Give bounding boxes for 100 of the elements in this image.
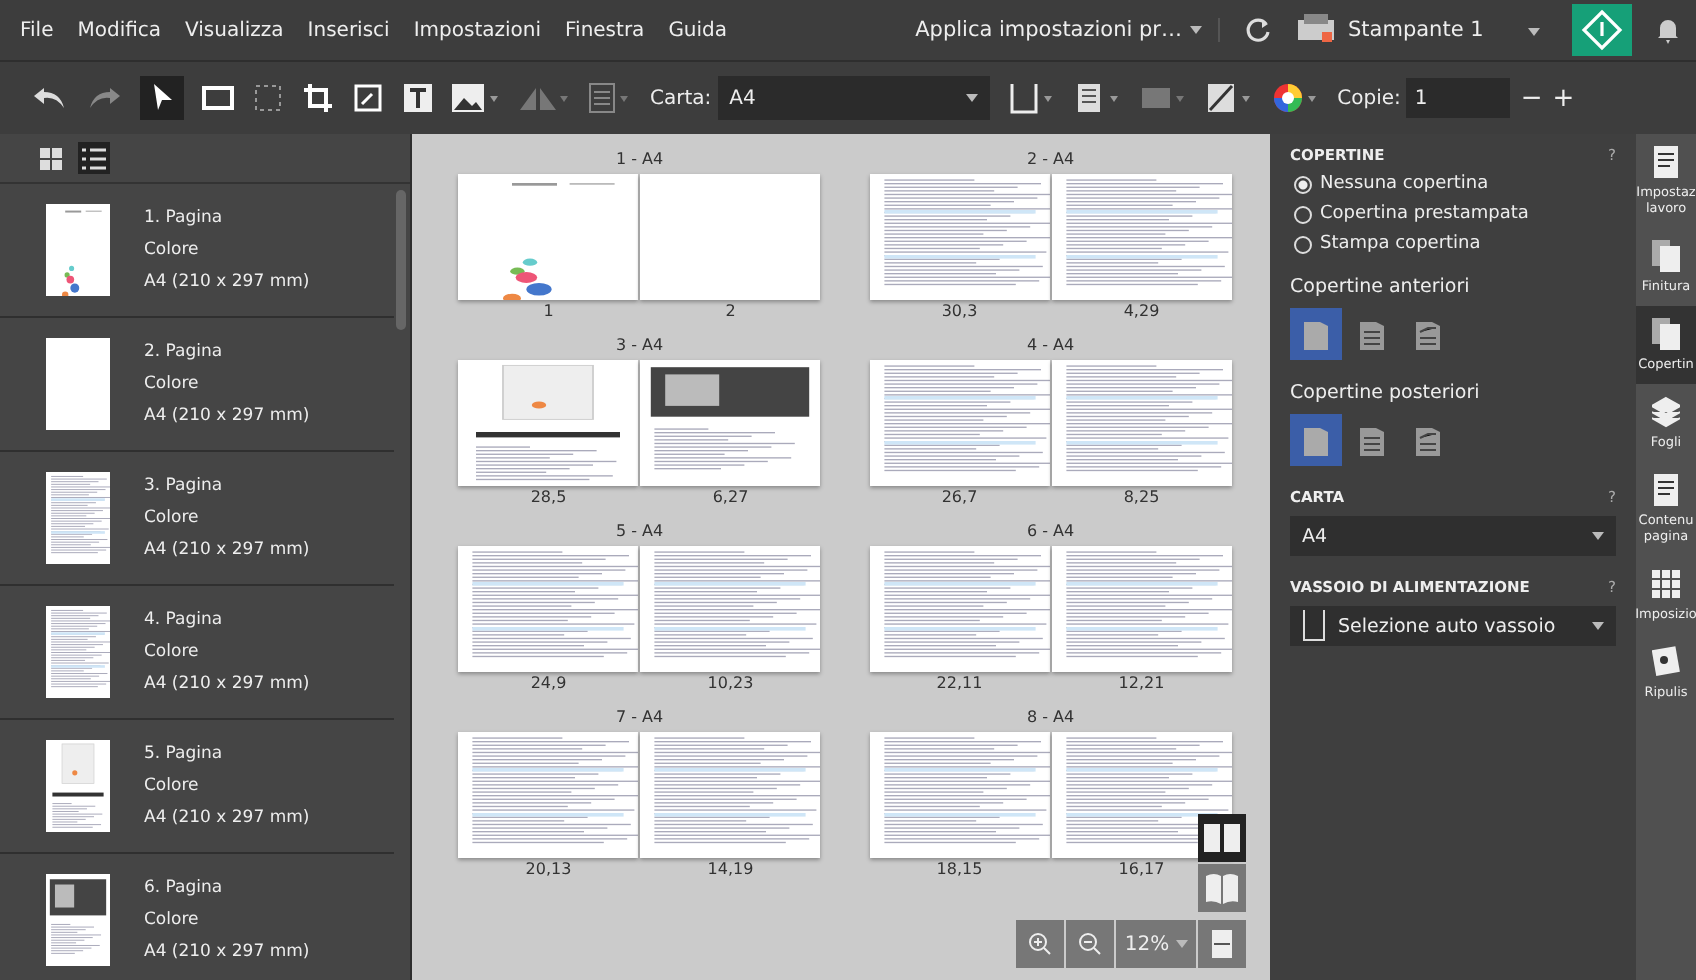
- page-color-mode: Colore: [144, 642, 201, 662]
- page-list-item[interactable]: 6. Pagina Colore A4 (210 x 297 mm): [0, 854, 394, 980]
- page-thumbnail[interactable]: [458, 732, 639, 858]
- decrease-button[interactable]: −: [1520, 83, 1543, 113]
- bell-icon[interactable]: [1656, 16, 1680, 44]
- page-size: A4 (210 x 297 mm): [144, 540, 310, 560]
- page-thumbnail[interactable]: [869, 174, 1050, 300]
- flip-icon[interactable]: [518, 84, 570, 112]
- text-tool-icon[interactable]: [402, 82, 434, 114]
- page-thumbnail[interactable]: [458, 360, 639, 486]
- print-button[interactable]: [1572, 4, 1632, 56]
- page-size: A4 (210 x 297 mm): [144, 942, 310, 962]
- crop-icon[interactable]: [302, 82, 334, 114]
- rectangle-icon[interactable]: [202, 86, 234, 110]
- page-thumbnail[interactable]: [869, 732, 1050, 858]
- grid-icon: [1652, 568, 1680, 600]
- fit-width-icon[interactable]: [1198, 920, 1246, 968]
- tray-icon[interactable]: [1007, 82, 1056, 114]
- page-number: 30,3: [941, 302, 978, 320]
- color-wheel-icon[interactable]: [1271, 82, 1320, 114]
- image-icon[interactable]: [452, 84, 500, 112]
- cover-radio-option[interactable]: Stampa copertina: [1290, 234, 1616, 254]
- pages-icon: [1652, 240, 1680, 272]
- spread-view-button[interactable]: [1198, 814, 1246, 862]
- page-thumbnail[interactable]: [869, 360, 1050, 486]
- increase-button[interactable]: +: [1552, 83, 1575, 113]
- page-thumbnail[interactable]: [1051, 732, 1232, 858]
- radio-icon[interactable]: [1294, 235, 1312, 253]
- caret-icon: [1190, 26, 1202, 34]
- paper-dropdown[interactable]: A4: [717, 76, 990, 120]
- menu-item[interactable]: Finestra: [565, 19, 645, 41]
- page-list-item[interactable]: 2. Pagina Colore A4 (210 x 297 mm): [0, 318, 394, 452]
- redo-icon[interactable]: [86, 86, 122, 110]
- caret-icon: [1528, 27, 1540, 35]
- page-title: 4. Pagina: [144, 610, 225, 630]
- book-view-button[interactable]: [1198, 864, 1246, 912]
- page-number: 8,25: [1123, 488, 1160, 506]
- printer-dropdown[interactable]: Stampante 1: [1296, 14, 1540, 46]
- menu-item[interactable]: Guida: [668, 19, 728, 41]
- page-thumbnail: [46, 472, 110, 564]
- page-thumbnail[interactable]: [1051, 360, 1232, 486]
- spread-title: 5 - A4: [615, 522, 664, 540]
- page-icon: [1416, 318, 1440, 350]
- page-list-item[interactable]: 5. Pagina Colore A4 (210 x 297 mm): [0, 720, 394, 854]
- scrollbar[interactable]: [396, 190, 406, 330]
- menu-item[interactable]: File: [20, 19, 54, 41]
- zoom-in-icon[interactable]: [1016, 920, 1064, 968]
- cover-style-button[interactable]: [1290, 308, 1342, 360]
- apply-settings-dropdown[interactable]: Applica impostazioni pr…: [915, 18, 1220, 42]
- page-title: 1. Pagina: [144, 208, 225, 228]
- undo-icon[interactable]: [32, 86, 68, 110]
- zoom-dropdown[interactable]: 12%: [1116, 920, 1196, 968]
- page-list-item[interactable]: 1. Pagina Colore A4 (210 x 297 mm): [0, 184, 394, 318]
- page-number: 1: [543, 302, 554, 320]
- resize-icon[interactable]: [352, 82, 384, 114]
- printer-icon: [1296, 14, 1336, 46]
- page-number: 24,9: [530, 674, 567, 692]
- copies-label: Copie:: [1337, 87, 1401, 109]
- page-thumbnail[interactable]: [1051, 546, 1232, 672]
- zoom-out-icon[interactable]: [1066, 920, 1114, 968]
- page-number: 26,7: [941, 488, 978, 506]
- layout-icon[interactable]: [588, 82, 632, 114]
- layers-icon: [1652, 396, 1680, 428]
- radio-icon[interactable]: [1294, 175, 1312, 193]
- edit-icon[interactable]: [1205, 82, 1254, 114]
- page-thumbnail[interactable]: [869, 546, 1050, 672]
- page-thumbnail[interactable]: [458, 174, 639, 300]
- page-list-item[interactable]: 3. Pagina Colore A4 (210 x 297 mm): [0, 452, 394, 586]
- list-view-button[interactable]: [78, 142, 110, 174]
- menu-item[interactable]: Visualizza: [185, 19, 284, 41]
- page-size: A4 (210 x 297 mm): [144, 808, 310, 828]
- menu-item[interactable]: Impostazioni: [413, 19, 542, 41]
- menu-item[interactable]: Inserisci: [307, 19, 390, 41]
- refresh-icon[interactable]: [1244, 16, 1272, 44]
- radio-icon[interactable]: [1294, 205, 1312, 223]
- frame-icon[interactable]: [252, 82, 284, 114]
- paper-select[interactable]: A4: [1290, 516, 1616, 556]
- page-thumbnail[interactable]: [640, 360, 821, 486]
- menu-item[interactable]: Modifica: [77, 19, 162, 41]
- page-list-item[interactable]: 4. Pagina Colore A4 (210 x 297 mm): [0, 586, 394, 720]
- page-thumbnail[interactable]: [640, 732, 821, 858]
- caret-icon: [965, 94, 978, 102]
- spread-title: 8 - A4: [1026, 708, 1075, 726]
- pointer-icon[interactable]: [140, 76, 184, 120]
- page-number: 4,29: [1123, 302, 1160, 320]
- tray-select[interactable]: Selezione auto vassoio: [1290, 606, 1616, 646]
- grid-view-button[interactable]: [34, 142, 66, 174]
- cover-radio-option[interactable]: Copertina prestampata: [1290, 204, 1616, 224]
- page-thumbnail: [46, 740, 110, 832]
- page-thumbnail[interactable]: [640, 546, 821, 672]
- page-color-mode: Colore: [144, 374, 201, 394]
- cover-style-button[interactable]: [1290, 414, 1342, 466]
- page-thumbnail[interactable]: [1051, 174, 1232, 300]
- cover-radio-option[interactable]: Nessuna copertina: [1290, 174, 1616, 194]
- copies-field[interactable]: 1: [1406, 78, 1511, 118]
- page-thumbnail[interactable]: [458, 546, 639, 672]
- card-icon[interactable]: [1139, 82, 1188, 114]
- page-number: 20,13: [525, 860, 572, 878]
- page-thumbnail: [46, 338, 110, 430]
- page-thumbnail[interactable]: [640, 174, 821, 300]
